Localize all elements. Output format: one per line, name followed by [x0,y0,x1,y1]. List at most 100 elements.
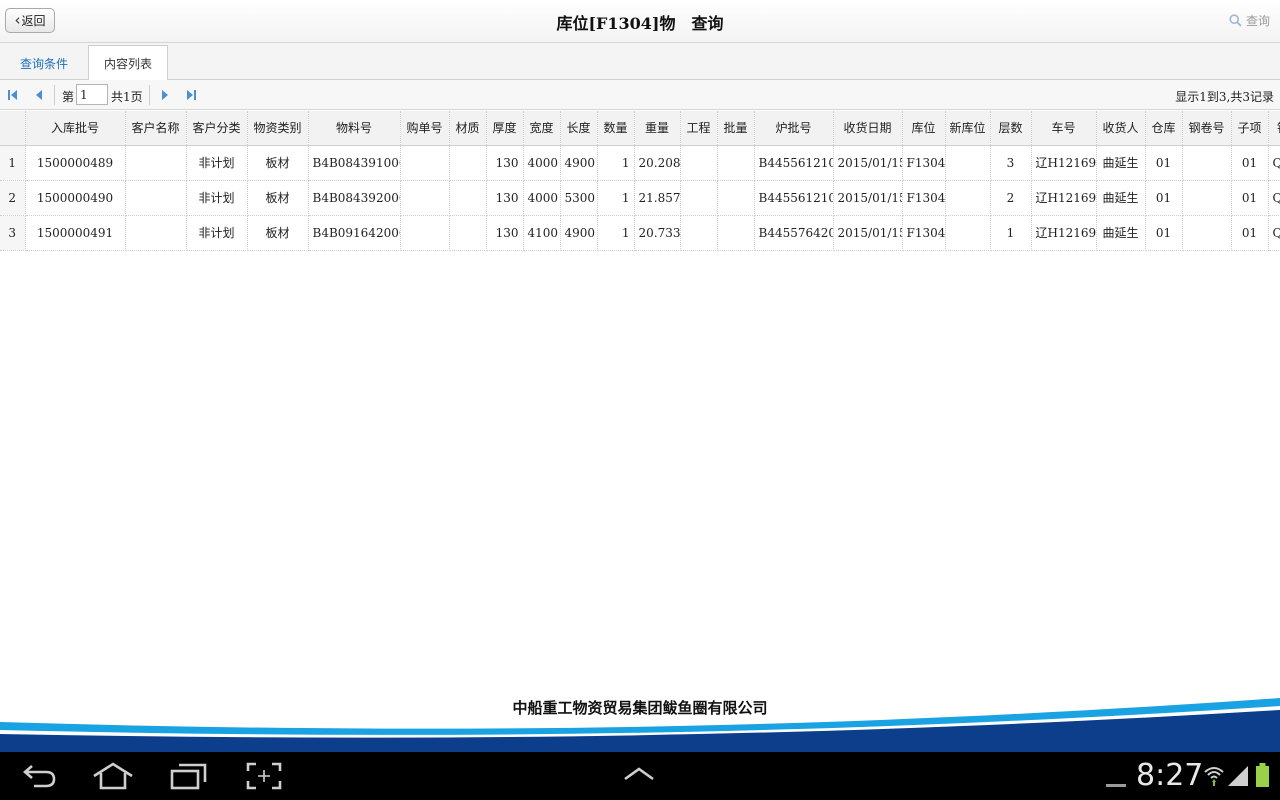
minimize-icon [1106,774,1126,793]
column-header-receiver[interactable]: 收货人 [1096,111,1146,146]
column-header-purchase-order[interactable]: 购单号 [400,111,450,146]
cell-receiver: 曲延生 [1096,180,1146,216]
cell-new-location [945,180,991,216]
cell-layer: 2 [990,180,1032,216]
cell-material-grade [449,145,487,181]
cell-project [680,145,718,181]
row-number-cell: 2 [0,180,26,216]
column-header-quantity[interactable]: 数量 [597,111,635,146]
cell-material-grade [449,215,487,251]
table-row[interactable]: 3 1500000491 非计划 板材 B4B091642000 130 4100 4900 1… [0,215,1280,251]
cell-coil-number [1182,180,1232,216]
column-header-project[interactable]: 工程 [680,111,718,146]
cell-weight: 21.857 [634,180,681,216]
prev-page-icon[interactable] [33,89,45,101]
home-nav-icon[interactable] [92,762,134,794]
page-prefix-label: 第 [62,90,75,104]
cell-layer: 3 [990,145,1032,181]
column-header-heat-batch[interactable]: 炉批号 [754,111,834,146]
page-title: 库位[F1304]物 查询 [556,14,724,33]
row-number-cell: 1 [0,145,26,181]
column-header-receipt-batch[interactable]: 入库批号 [25,111,126,146]
cell-width: 4100 [523,215,561,251]
cell-weight: 20.208 [634,145,681,181]
clock: 8:27 [1136,758,1204,793]
tab-bar: 查询条件 内容列表 [0,43,1280,81]
table-row[interactable]: 2 1500000490 非计划 板材 B4B084392000 130 4000 5300 1… [0,180,1280,216]
tab-content-list[interactable]: 内容列表 [88,45,168,81]
cell-warehouse: 01 [1145,215,1183,251]
data-grid: 入库批号 客户名称 客户分类 物资类别 物料号 购单号 材质 厚度 宽度 长度 数量 重量 工程 批量 炉批… [0,111,1280,251]
cell-coil-number [1182,145,1232,181]
screenshot-icon[interactable] [246,762,282,794]
cell-length: 4900 [560,145,598,181]
column-header-customer-name[interactable]: 客户名称 [125,111,187,146]
cell-customer-name [125,215,187,251]
column-header-weight[interactable]: 重量 [634,111,681,146]
title-bar: ‹ 返回 库位[F1304]物 查询 查询 [0,0,1280,43]
search-button[interactable]: 查询 [1229,12,1270,29]
page-number-input[interactable] [76,84,108,105]
column-header-coil-number[interactable]: 钢卷号 [1182,111,1232,146]
cell-weight: 20.733 [634,215,681,251]
column-header-material-category[interactable]: 物资类别 [247,111,309,146]
pager-separator [54,85,55,105]
column-header-warehouse[interactable]: 仓库 [1145,111,1183,146]
cell-customer-category: 非计划 [186,145,248,181]
header-row-number [0,111,26,146]
cell-receipt-date: 2015/01/15 [833,145,903,181]
column-header-width[interactable]: 宽度 [523,111,561,146]
cell-width: 4000 [523,145,561,181]
back-nav-icon[interactable] [22,762,58,794]
record-summary: 显示1到3,共3记录 [1175,90,1274,104]
cell-customer-category: 非计划 [186,180,248,216]
cell-location: F1304 [902,180,946,216]
recent-apps-icon[interactable] [170,762,208,794]
cell-layer: 1 [990,215,1032,251]
cell-material-category: 板材 [247,180,309,216]
column-header-material-grade[interactable]: 材质 [449,111,487,146]
cell-project [680,215,718,251]
cell-heat-batch: B445576420 [754,215,834,251]
next-page-icon[interactable] [159,89,171,101]
column-header-new-location[interactable]: 新库位 [945,111,991,146]
cell-warehouse: 01 [1145,145,1183,181]
table-row[interactable]: 1 1500000489 非计划 板材 B4B084391000 130 4000 4900 1… [0,145,1280,181]
cell-location: F1304 [902,145,946,181]
cell-receipt-date: 2015/01/15 [833,215,903,251]
cell-purchase-order [400,145,450,181]
first-page-icon[interactable] [7,89,19,101]
cell-steel: Q [1268,145,1280,181]
app-window: ‹ 返回 库位[F1304]物 查询 查询 查询条件 内容列表 第 共1页 [0,0,1280,800]
pager-separator [149,85,150,105]
cell-warehouse: 01 [1145,180,1183,216]
column-header-location[interactable]: 库位 [902,111,946,146]
cell-sub-item: 01 [1231,215,1269,251]
cell-material-number: B4B084391000 [308,145,401,181]
cell-purchase-order [400,180,450,216]
cell-purchase-order [400,215,450,251]
cell-customer-name [125,145,187,181]
column-header-vehicle-number[interactable]: 车号 [1031,111,1097,146]
tab-query-conditions[interactable]: 查询条件 [8,45,80,81]
column-header-batch-qty[interactable]: 批量 [717,111,755,146]
last-page-icon[interactable] [185,89,197,101]
cell-project [680,180,718,216]
cell-quantity: 1 [597,145,635,181]
column-header-steel[interactable]: 钢 [1268,111,1280,146]
column-header-receipt-date[interactable]: 收货日期 [833,111,903,146]
cell-location: F1304 [902,215,946,251]
column-header-thickness[interactable]: 厚度 [486,111,524,146]
company-name: 中船重工物资贸易集团鲅鱼圈有限公司 [512,699,768,717]
cell-new-location [945,145,991,181]
column-header-customer-category[interactable]: 客户分类 [186,111,248,146]
column-header-material-number[interactable]: 物料号 [308,111,401,146]
cell-length: 4900 [560,215,598,251]
chevron-up-icon[interactable] [622,766,656,786]
column-header-length[interactable]: 长度 [560,111,598,146]
cell-vehicle-number: 辽H12169 [1031,145,1097,181]
cell-receiver: 曲延生 [1096,215,1146,251]
column-header-layer[interactable]: 层数 [990,111,1032,146]
column-header-sub-item[interactable]: 子项 [1231,111,1269,146]
search-icon [1229,14,1242,27]
